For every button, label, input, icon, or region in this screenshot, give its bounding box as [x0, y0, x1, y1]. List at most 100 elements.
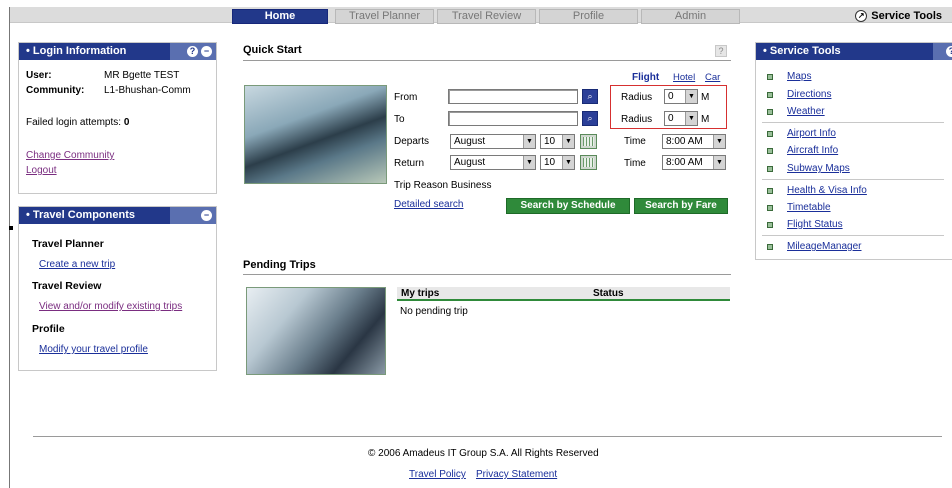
health-visa-link[interactable]: Health & Visa Info — [787, 185, 867, 196]
chevron-down-icon: ▼ — [685, 90, 697, 103]
tab-travel-review[interactable]: Travel Review — [437, 9, 536, 24]
directions-link[interactable]: Directions — [787, 89, 831, 100]
login-information-header: • Login Information ? − — [19, 43, 216, 60]
travel-planner-heading: Travel Planner — [32, 238, 104, 250]
from-search-icon[interactable]: ⌕ — [582, 89, 598, 104]
travel-components-panel: • Travel Components − Travel Planner Cre… — [18, 206, 217, 371]
user-value: MR Bgette TEST — [104, 70, 180, 81]
service-item-aircraft-info[interactable]: Aircraft Info — [767, 145, 838, 156]
travel-components-header: • Travel Components − — [19, 207, 216, 224]
community-value: L1-Bhushan-Comm — [104, 85, 191, 96]
create-trip-link[interactable]: Create a new trip — [39, 259, 115, 270]
service-tools-button[interactable]: ↗ Service Tools — [855, 9, 942, 23]
radius-to-select[interactable]: 0 ▼ — [664, 111, 698, 126]
quick-start-title: Quick Start — [243, 44, 302, 56]
service-item-health-visa[interactable]: Health & Visa Info — [767, 185, 867, 196]
service-item-timetable[interactable]: Timetable — [767, 202, 831, 213]
departs-month-select[interactable]: August ▼ — [450, 134, 536, 149]
chevron-down-icon: ▼ — [713, 135, 725, 148]
mileage-manager-link[interactable]: MileageManager — [787, 241, 862, 252]
help-icon[interactable]: ? — [187, 46, 198, 57]
flight-mode[interactable]: Flight — [632, 72, 659, 83]
login-information-panel: • Login Information ? − User: MR Bgette T… — [18, 42, 217, 194]
view-trips-link[interactable]: View and/or modify existing trips — [39, 301, 182, 312]
return-time-value: 8:00 AM — [666, 157, 703, 168]
maps-link[interactable]: Maps — [787, 71, 811, 82]
col-status: Status — [593, 288, 624, 299]
chevron-down-icon: ▼ — [523, 135, 535, 148]
panel-title: • Travel Components — [26, 209, 135, 221]
chevron-down-icon: ▼ — [685, 112, 697, 125]
change-community-link[interactable]: Change Community — [26, 150, 114, 161]
no-pending-trip: No pending trip — [400, 306, 468, 317]
service-tools-panel: • Service Tools ? Maps Directions Weathe… — [755, 42, 952, 260]
bullet-icon — [767, 147, 773, 154]
from-input[interactable] — [448, 89, 578, 104]
divider — [243, 274, 731, 275]
radius-from-select[interactable]: 0 ▼ — [664, 89, 698, 104]
return-day-value: 10 — [544, 157, 556, 168]
return-month-select[interactable]: August ▼ — [450, 155, 536, 170]
hotel-link[interactable]: Hotel — [673, 72, 695, 83]
community-label: Community: — [26, 85, 85, 96]
service-item-flight-status[interactable]: Flight Status — [767, 219, 843, 230]
bullet-icon — [767, 165, 773, 172]
service-item-subway-maps[interactable]: Subway Maps — [767, 163, 850, 174]
return-day-select[interactable]: 10 ▼ — [540, 155, 575, 170]
timetable-link[interactable]: Timetable — [787, 202, 831, 213]
service-item-weather[interactable]: Weather — [767, 106, 825, 117]
search-by-schedule-button[interactable]: Search by Schedule — [506, 198, 630, 214]
to-label: To — [394, 114, 405, 125]
service-item-mileage-manager[interactable]: MileageManager — [767, 241, 862, 252]
help-icon[interactable]: ? — [715, 45, 727, 57]
airport-info-link[interactable]: Airport Info — [787, 128, 836, 139]
travel-policy-link[interactable]: Travel Policy — [409, 469, 466, 480]
departs-day-select[interactable]: 10 ▼ — [540, 134, 575, 149]
failed-attempts-value: 0 — [123, 117, 130, 128]
aircraft-info-link[interactable]: Aircraft Info — [787, 145, 838, 156]
help-icon[interactable]: ? — [946, 46, 952, 57]
return-time-label: Time — [624, 158, 646, 169]
tab-home[interactable]: Home — [232, 9, 328, 24]
tab-travel-planner[interactable]: Travel Planner — [335, 9, 434, 24]
collapse-icon[interactable]: − — [201, 210, 212, 221]
trip-reason: Trip Reason Business — [394, 180, 491, 191]
chevron-down-icon: ▼ — [523, 156, 535, 169]
service-item-directions[interactable]: Directions — [767, 89, 831, 100]
weather-link[interactable]: Weather — [787, 106, 825, 117]
to-search-icon[interactable]: ⌕ — [582, 111, 598, 126]
to-input[interactable] — [448, 111, 578, 126]
calendar-icon[interactable] — [580, 134, 597, 149]
tab-profile[interactable]: Profile — [539, 9, 638, 24]
logout-link[interactable]: Logout — [26, 165, 57, 176]
divider — [762, 179, 944, 180]
car-link[interactable]: Car — [705, 72, 720, 83]
travel-review-heading: Travel Review — [32, 280, 102, 292]
tab-admin[interactable]: Admin — [641, 9, 740, 24]
return-time-select[interactable]: 8:00 AM ▼ — [662, 155, 726, 170]
radius-unit: M — [701, 92, 710, 103]
radius-label: Radius — [621, 114, 653, 125]
edge-marker — [9, 226, 13, 230]
panel-title: • Login Information — [26, 45, 127, 57]
calendar-icon[interactable] — [580, 155, 597, 170]
privacy-statement-link[interactable]: Privacy Statement — [476, 469, 557, 480]
trips-table-header: My trips Status — [397, 287, 730, 301]
subway-maps-link[interactable]: Subway Maps — [787, 163, 850, 174]
bullet-icon — [767, 108, 773, 115]
service-item-airport-info[interactable]: Airport Info — [767, 128, 836, 139]
chevron-down-icon: ▼ — [562, 156, 574, 169]
detailed-search-link[interactable]: Detailed search — [394, 199, 463, 210]
flight-status-link[interactable]: Flight Status — [787, 219, 843, 230]
trip-reason-value: Business — [450, 180, 492, 191]
service-item-maps[interactable]: Maps — [767, 71, 811, 82]
footer-divider — [33, 436, 942, 437]
search-by-fare-button[interactable]: Search by Fare — [634, 198, 728, 214]
modify-profile-link[interactable]: Modify your travel profile — [39, 344, 148, 355]
bullet-icon — [767, 130, 773, 137]
panel-title: • Service Tools — [763, 45, 841, 57]
departs-time-select[interactable]: 8:00 AM ▼ — [662, 134, 726, 149]
service-tools-icon: ↗ — [855, 10, 868, 22]
collapse-icon[interactable]: − — [201, 46, 212, 57]
return-month-value: August — [454, 157, 486, 168]
